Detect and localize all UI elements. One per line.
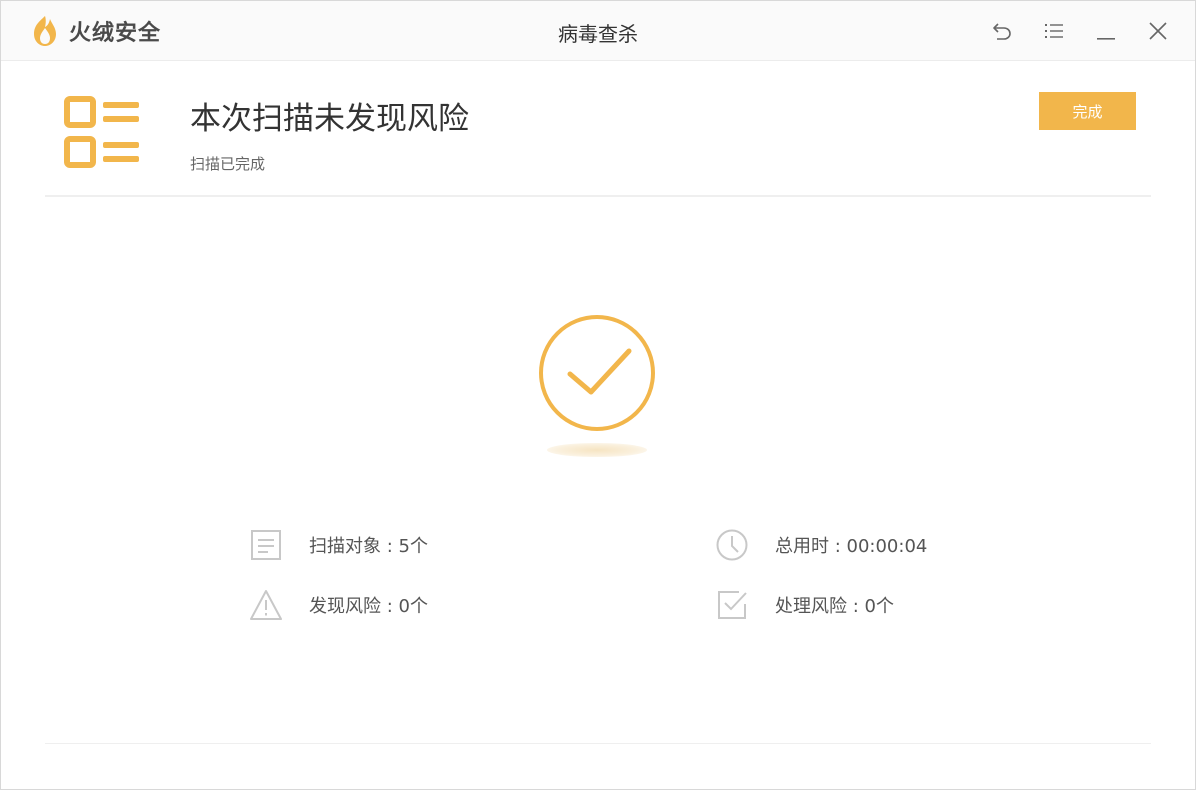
document-icon — [251, 530, 281, 560]
app-window: 火绒安全 病毒查杀 本次扫描未发现风险 扫描已完成 完成 扫描对象: 5个 发… — [0, 0, 1196, 790]
window-controls — [963, 17, 1171, 45]
minimize-button[interactable] — [1093, 17, 1119, 45]
check-shadow — [547, 443, 647, 457]
back-icon — [993, 23, 1011, 40]
clock-icon — [716, 529, 748, 561]
stat-risks-found: 发现风险 : 0个 — [249, 587, 428, 623]
menu-button[interactable] — [1041, 17, 1067, 45]
menu-icon — [1045, 24, 1063, 38]
list-report-icon — [64, 96, 139, 168]
stat-risks-handled-label: 处理风险 : 0个 — [775, 596, 894, 617]
back-button[interactable] — [989, 17, 1015, 45]
scan-result-title: 本次扫描未发现风险 — [190, 101, 469, 137]
check-circle-icon — [539, 315, 655, 431]
stat-total-time-label: 总用时 : 00:00:04 — [775, 536, 928, 557]
warning-icon — [250, 590, 282, 620]
stat-total-time: 总用时 : 00:00:04 — [715, 527, 927, 563]
result-header: 本次扫描未发现风险 扫描已完成 完成 — [45, 61, 1151, 197]
title-bar[interactable]: 火绒安全 病毒查杀 — [1, 1, 1195, 61]
scan-status-subtitle: 扫描已完成 — [190, 155, 266, 173]
checkbox-icon — [718, 591, 747, 619]
stat-scan-objects: 扫描对象 : 5个 — [249, 527, 428, 563]
close-button[interactable] — [1145, 17, 1171, 45]
minimize-icon — [1097, 38, 1115, 40]
stat-risks-found-label: 发现风险 : 0个 — [309, 596, 428, 617]
stat-risks-handled: 处理风险 : 0个 — [715, 587, 894, 623]
close-icon — [1149, 22, 1167, 40]
done-button[interactable]: 完成 — [1039, 92, 1136, 130]
stat-scan-objects-label: 扫描对象 : 5个 — [309, 536, 428, 557]
footer-divider — [45, 743, 1151, 744]
